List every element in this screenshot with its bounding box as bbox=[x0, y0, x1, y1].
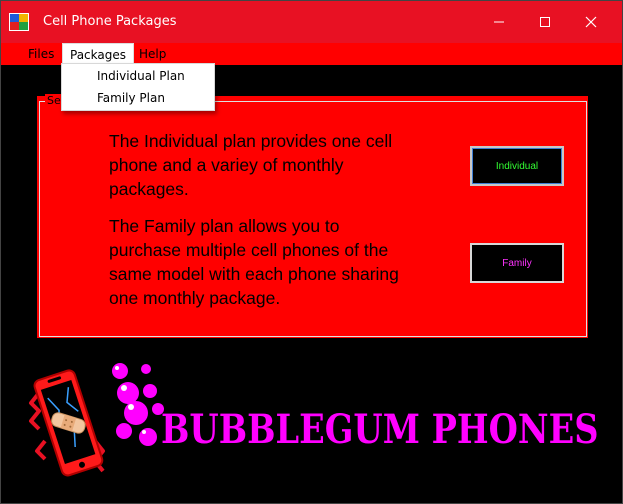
window-title: Cell Phone Packages bbox=[43, 14, 177, 29]
packages-dropdown: Individual Plan Family Plan bbox=[61, 63, 215, 111]
minimize-button[interactable] bbox=[476, 1, 522, 43]
maximize-icon bbox=[540, 17, 550, 27]
brand-logo-text: BUBBLEGUM PHONES bbox=[161, 406, 599, 453]
maximize-button[interactable] bbox=[522, 1, 568, 43]
title-bar[interactable]: Cell Phone Packages bbox=[1, 1, 622, 43]
cracked-phone-icon bbox=[29, 369, 105, 477]
minimize-icon bbox=[494, 21, 504, 23]
app-icon bbox=[9, 13, 29, 31]
individual-button[interactable]: Individual bbox=[470, 146, 564, 186]
menu-bar: Files Packages Help bbox=[1, 43, 622, 65]
bubbles-icon bbox=[112, 363, 164, 446]
menu-item-family-plan[interactable]: Family Plan bbox=[97, 91, 165, 105]
individual-plan-description: The Individual plan provides one cell ph… bbox=[109, 131, 393, 199]
menu-packages[interactable]: Packages bbox=[62, 43, 134, 65]
menu-item-individual-plan[interactable]: Individual Plan bbox=[97, 69, 185, 83]
family-button[interactable]: Family bbox=[470, 243, 564, 283]
family-plan-description: The Family plan allows you to purchase m… bbox=[109, 216, 399, 308]
menu-help[interactable]: Help bbox=[132, 43, 173, 65]
app-window: Cell Phone Packages Files Packages Help … bbox=[0, 0, 623, 504]
menu-files[interactable]: Files bbox=[21, 43, 61, 65]
close-icon bbox=[585, 16, 597, 28]
close-button[interactable] bbox=[568, 1, 614, 43]
